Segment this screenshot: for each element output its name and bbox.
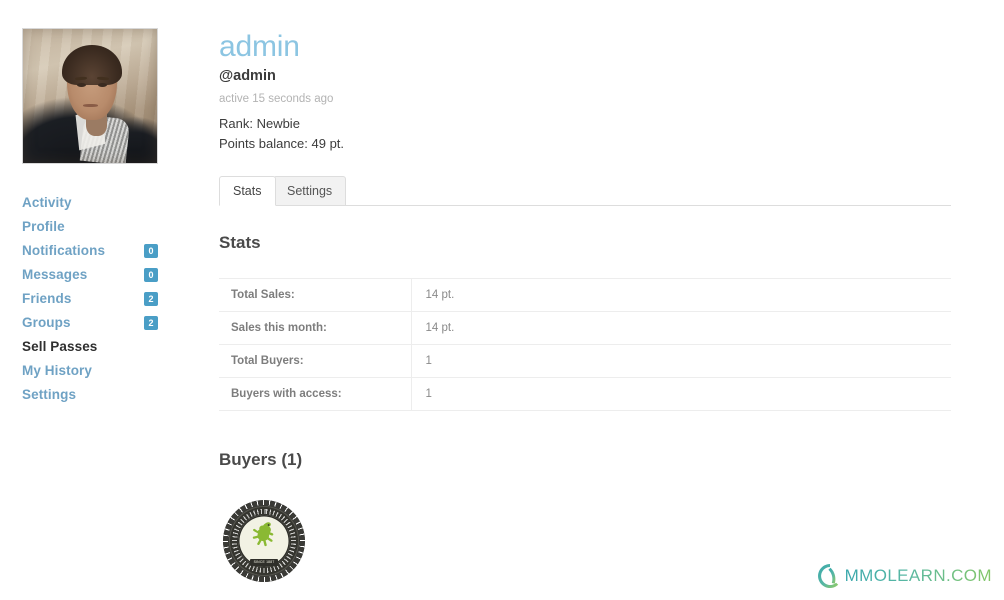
profile-sidebar: Activity Profile Notifications 0 Message… (22, 28, 182, 423)
sidebar-item-label[interactable]: Profile (22, 219, 65, 234)
messages-count-badge: 0 (144, 268, 158, 282)
stats-row-value: 1 (411, 377, 951, 411)
bottle-cap-lion-crest-avatar[interactable]: SINCE 1887 (223, 500, 305, 582)
mmolearn-swoosh-logo (817, 564, 838, 588)
profile-page: Activity Profile Notifications 0 Message… (0, 0, 1004, 600)
sidebar-item-settings[interactable]: Settings (22, 383, 182, 407)
user-photo-avatar[interactable] (22, 28, 158, 164)
profile-handle: @admin (219, 68, 276, 84)
friends-count-badge: 2 (144, 292, 158, 306)
main-content: admin @admin active 15 seconds ago Rank:… (219, 0, 1004, 600)
stats-row-value: 14 pt. (411, 278, 951, 312)
buyers-list: SINCE 1887 (223, 500, 305, 582)
sidebar-item-label[interactable]: Sell Passes (22, 339, 97, 354)
cap-banner-text: SINCE 1887 (253, 560, 275, 565)
watermark-text: MMOLEARN.COM (844, 566, 992, 585)
cap-banner: SINCE 1887 (250, 559, 278, 567)
stats-row-label: Buyers with access: (219, 377, 412, 411)
sidebar-item-messages[interactable]: Messages 0 (22, 263, 182, 287)
sidebar-item-sell-passes[interactable]: Sell Passes (22, 335, 182, 359)
sidebar-item-label[interactable]: Settings (22, 387, 76, 402)
watermark: MMOLEARN.COM (816, 562, 992, 590)
stats-heading: Stats (219, 233, 261, 252)
table-row: Total Sales: 14 pt. (219, 278, 951, 312)
sidebar-item-label[interactable]: Messages (22, 267, 87, 282)
sidebar-item-my-history[interactable]: My History (22, 359, 182, 383)
groups-count-badge: 2 (144, 316, 158, 330)
sidebar-item-friends[interactable]: Friends 2 (22, 287, 182, 311)
sidebar-item-label[interactable]: Notifications (22, 243, 105, 258)
stats-row-value: 1 (411, 344, 951, 378)
profile-rank: Rank: Newbie (219, 116, 300, 131)
tab-settings[interactable]: Settings (273, 176, 347, 206)
notifications-count-badge: 0 (144, 244, 158, 258)
stats-row-label: Total Sales: (219, 278, 412, 312)
table-row: Sales this month: 14 pt. (219, 311, 951, 345)
avatar-vignette (23, 29, 157, 163)
sidebar-item-label[interactable]: Friends (22, 291, 71, 306)
profile-last-active: active 15 seconds ago (219, 93, 334, 105)
profile-points-balance: Points balance: 49 pt. (219, 136, 345, 151)
sidebar-item-profile[interactable]: Profile (22, 215, 182, 239)
tab-stats[interactable]: Stats (219, 176, 276, 206)
sidebar-item-groups[interactable]: Groups 2 (22, 311, 182, 335)
profile-tabs: Stats Settings (219, 176, 951, 206)
sidebar-item-label[interactable]: My History (22, 363, 92, 378)
stats-row-value: 14 pt. (411, 311, 951, 345)
table-row: Buyers with access: 1 (219, 377, 951, 411)
page-title: admin (219, 30, 300, 63)
stats-row-label: Total Buyers: (219, 344, 412, 378)
lion-rampant-icon (252, 522, 274, 547)
stats-table: Total Sales: 14 pt. Sales this month: 14… (219, 278, 951, 411)
stats-row-label: Sales this month: (219, 311, 412, 345)
buyers-heading: Buyers (1) (219, 450, 303, 469)
sidebar-item-notifications[interactable]: Notifications 0 (22, 239, 182, 263)
table-row: Total Buyers: 1 (219, 344, 951, 378)
sidebar-item-label[interactable]: Activity (22, 195, 72, 210)
sidebar-item-activity[interactable]: Activity (22, 191, 182, 215)
sidebar-item-label[interactable]: Groups (22, 315, 71, 330)
sidebar-nav: Activity Profile Notifications 0 Message… (22, 191, 182, 407)
